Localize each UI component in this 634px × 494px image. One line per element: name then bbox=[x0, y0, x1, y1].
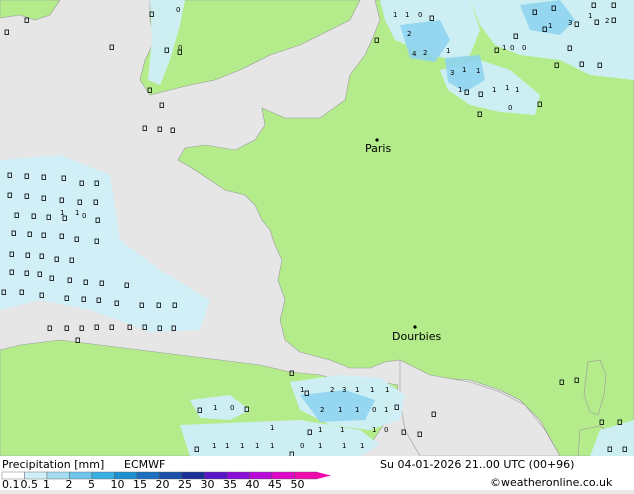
precip-value-label: 1 bbox=[75, 209, 79, 217]
legend-title: Precipitation [mm] bbox=[2, 458, 104, 471]
precip-value-label: 2 bbox=[330, 386, 334, 394]
scale-label: 50 bbox=[291, 478, 305, 490]
precip-value-label: 1 bbox=[340, 426, 344, 434]
precip-value-label: 1 bbox=[492, 86, 496, 94]
scale-label: 0.1 bbox=[2, 478, 20, 490]
precip-value-label: 0 bbox=[178, 44, 182, 52]
precip-value-label: 1 bbox=[240, 442, 244, 450]
precip-value-label: 1 bbox=[342, 442, 346, 450]
precip-value-label: 1 bbox=[338, 406, 342, 414]
precipitation-map: Paris Dourbies 1 1 0004 2213 1 11 1 11 3121 0 0102… bbox=[0, 0, 634, 456]
legend-model: ECMWF bbox=[124, 458, 165, 471]
precip-value-label: 1 bbox=[255, 442, 259, 450]
precip-value-label: 1 bbox=[60, 209, 64, 217]
city-label-paris: Paris bbox=[365, 142, 391, 155]
precip-value-label: 1 bbox=[370, 386, 374, 394]
precip-value-label: 1 bbox=[355, 406, 359, 414]
precip-value-label: 2 bbox=[320, 406, 324, 414]
precip-value-label: 0 bbox=[522, 44, 526, 52]
precip-value-label: 1 bbox=[446, 47, 450, 55]
precip-value-label: 1 bbox=[318, 442, 322, 450]
precip-value-label: 1 bbox=[588, 12, 592, 20]
precip-value-label: 1 bbox=[384, 406, 388, 414]
precip-value-label: 3 bbox=[568, 19, 572, 27]
precip-value-label: 1 bbox=[372, 426, 376, 434]
scale-label: 35 bbox=[223, 478, 237, 490]
precip-value-label: 1 bbox=[548, 22, 552, 30]
precip-value-label: 1 bbox=[476, 67, 480, 75]
scale-label: 15 bbox=[133, 478, 147, 490]
scale-label: 25 bbox=[178, 478, 192, 490]
precip-value-label: 1 bbox=[300, 386, 304, 394]
scale-label: 45 bbox=[268, 478, 282, 490]
scale-label: 1 bbox=[43, 478, 50, 490]
precip-value-label: 4 bbox=[412, 50, 417, 58]
legend-footer: Precipitation [mm] ECMWF Su 04-01-2026 2… bbox=[0, 456, 634, 491]
precip-value-label: 1 bbox=[213, 404, 217, 412]
precip-value-label: 1 bbox=[393, 11, 397, 19]
precip-value-label: 1 bbox=[360, 442, 364, 450]
precip-value-label: 2 bbox=[407, 30, 411, 38]
precip-value-label: 1 bbox=[405, 11, 409, 19]
precip-value-label: 0 bbox=[508, 104, 512, 112]
precip-value-label: 1 bbox=[225, 442, 229, 450]
precip-value-label: 1 bbox=[385, 386, 389, 394]
precip-value-label: 0 bbox=[372, 406, 376, 414]
scale-label: 40 bbox=[246, 478, 260, 490]
forecast-datetime: Su 04-01-2026 21..00 UTC (00+96) bbox=[380, 458, 574, 471]
scale-arrow bbox=[317, 472, 331, 479]
precip-value-label: 1 bbox=[318, 426, 322, 434]
scale-label: 0.5 bbox=[21, 478, 39, 490]
precip-value-label: 0 bbox=[82, 212, 86, 220]
scale-label: 5 bbox=[88, 478, 95, 490]
precip-value-label: 0 bbox=[230, 404, 234, 412]
precip-value-label: 0 bbox=[418, 11, 422, 19]
precip-value-label: 0 bbox=[176, 6, 180, 14]
scale-label: 10 bbox=[111, 478, 125, 490]
precip-value-label: 1 bbox=[458, 86, 462, 94]
precip-value-label: 2 bbox=[605, 17, 609, 25]
precip-value-label: 1 bbox=[355, 386, 359, 394]
scale-label: 30 bbox=[201, 478, 215, 490]
copyright-text: ©weatheronline.co.uk bbox=[490, 476, 613, 489]
precip-value-label: 1 bbox=[462, 66, 466, 74]
precip-value-label: 3 bbox=[342, 386, 346, 394]
precip-value-label: 0 bbox=[300, 442, 304, 450]
precip-value-label: 1 bbox=[502, 44, 506, 52]
precip-value-label: 3 bbox=[450, 69, 454, 77]
precip-value-label: 1 bbox=[515, 86, 519, 94]
city-label-dourbies: Dourbies bbox=[392, 330, 442, 343]
precip-value-label: 1 bbox=[270, 442, 274, 450]
precip-value-label: 1 bbox=[505, 84, 509, 92]
precip-value-label: 0 bbox=[510, 44, 514, 52]
scale-label: 2 bbox=[66, 478, 73, 490]
precip-value-label: 2 bbox=[423, 49, 427, 57]
scale-label: 20 bbox=[156, 478, 170, 490]
precip-value-label: 1 bbox=[212, 442, 216, 450]
color-scale: 0.1 0.5 1 2 5 10 15 20 25 30 35 40 45 50 bbox=[1, 471, 331, 491]
precip-value-label: 1 bbox=[270, 424, 274, 432]
precip-value-label: 0 bbox=[384, 426, 388, 434]
